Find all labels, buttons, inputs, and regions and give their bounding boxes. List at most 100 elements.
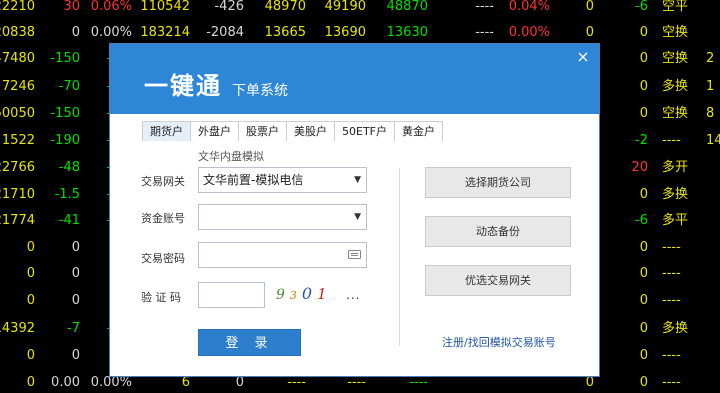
preferred-gateway-button[interactable]: 优选交易网关 <box>425 265 571 296</box>
table-cell: 0 <box>71 348 80 363</box>
tab-us-stock[interactable]: 美股户 <box>286 121 335 141</box>
table-cell: 1 <box>706 79 715 94</box>
table-cell: 22766 <box>0 160 35 175</box>
table-cell: 0 <box>639 293 648 308</box>
table-cell: ---- <box>662 375 681 390</box>
table-cell: -2084 <box>206 25 244 40</box>
table-row[interactable]: 20838 0 0.00% 183214 -2084 13665 13690 13630 ---… <box>0 22 720 44</box>
table-cell: -190 <box>50 133 80 148</box>
table-cell: -70 <box>58 79 80 94</box>
table-cell: 0.00% <box>508 25 550 40</box>
captcha-char: 9 <box>276 287 290 303</box>
table-cell: 0 <box>639 106 648 121</box>
table-cell: 13665 <box>264 25 306 40</box>
table-cell: 48870 <box>386 0 428 14</box>
table-cell: 110542 <box>140 0 190 14</box>
table-cell: 20838 <box>0 25 35 40</box>
table-cell: 0 <box>71 240 80 255</box>
table-cell: 0.04% <box>508 0 550 14</box>
table-cell: 空换 <box>662 25 689 40</box>
table-cell: -6 <box>635 0 648 14</box>
tab-stock[interactable]: 股票户 <box>238 121 287 141</box>
table-cell: -48 <box>58 160 80 175</box>
table-cell: 0 <box>26 348 35 363</box>
table-cell: 49190 <box>324 0 366 14</box>
table-cell: -150 <box>50 106 80 121</box>
table-cell: 1522 <box>1 133 35 148</box>
table-cell: 0 <box>639 240 648 255</box>
table-cell: 0 <box>585 0 594 14</box>
table-cell: -1.5 <box>54 187 80 202</box>
tab-gold[interactable]: 黄金户 <box>394 121 443 141</box>
table-cell: 8 <box>706 106 715 121</box>
password-label: 交易密码 <box>141 252 185 265</box>
table-cell: 30 <box>63 0 80 14</box>
table-cell: 13690 <box>324 25 366 40</box>
table-cell: 多平 <box>662 213 689 228</box>
captcha-image[interactable]: 9301 <box>276 284 346 304</box>
table-cell: -41 <box>58 213 80 228</box>
table-cell: ---- <box>475 25 494 40</box>
divider <box>399 168 400 346</box>
tab-futures[interactable]: 期货户 <box>142 121 191 141</box>
captcha-input[interactable] <box>198 282 265 308</box>
table-cell: 48970 <box>264 0 306 14</box>
table-cell: 空平 <box>662 0 689 14</box>
dynamic-backup-button[interactable]: 动态备份 <box>425 216 571 247</box>
table-cell: ---- <box>662 133 681 148</box>
password-input[interactable] <box>198 242 367 268</box>
table-cell: 50050 <box>0 106 35 121</box>
login-button[interactable]: 登 录 <box>198 329 301 356</box>
table-cell: -7 <box>67 321 80 336</box>
table-cell: -150 <box>50 51 80 66</box>
table-cell: ---- <box>475 0 494 14</box>
table-cell: -6 <box>635 213 648 228</box>
app-title: 一键通 <box>144 72 222 100</box>
mode-label: 文华内盘模拟 <box>198 150 264 163</box>
gateway-label: 交易网关 <box>141 175 185 188</box>
table-cell: ---- <box>662 266 681 281</box>
app-subtitle: 下单系统 <box>232 83 288 99</box>
table-cell: 0.00% <box>90 25 132 40</box>
table-cell: 21774 <box>0 213 35 228</box>
keyboard-icon[interactable] <box>348 250 361 259</box>
tab-50etf[interactable]: 50ETF户 <box>334 121 395 141</box>
table-cell: ---- <box>662 293 681 308</box>
table-cell: 0 <box>639 375 648 390</box>
table-cell: 0 <box>639 266 648 281</box>
close-icon[interactable]: × <box>575 49 591 65</box>
table-cell: 0 <box>639 79 648 94</box>
table-cell: 183214 <box>140 25 190 40</box>
login-dialog: 一键通 下单系统 × 期货户 外盘户 股票户 美股户 50ETF户 黄金户 文华… <box>109 43 600 377</box>
table-cell: 0 <box>585 25 594 40</box>
tab-foreign[interactable]: 外盘户 <box>190 121 239 141</box>
table-cell: 空换 <box>662 51 689 66</box>
captcha-char: 0 <box>301 284 318 303</box>
captcha-refresh[interactable]: ... <box>346 288 360 302</box>
table-cell: 13630 <box>386 25 428 40</box>
table-cell: 0 <box>639 51 648 66</box>
table-row[interactable]: 22210 30 0.06% 110542 -426 48970 49190 48870 ---… <box>0 0 720 18</box>
table-cell: -2 <box>635 133 648 148</box>
register-link[interactable]: 注册/找回模拟交易账号 <box>442 334 556 350</box>
table-cell: 47480 <box>0 51 35 66</box>
table-cell: 0 <box>639 348 648 363</box>
gateway-select[interactable]: 文华前置-模拟电信 ▼ <box>198 167 367 193</box>
table-cell: 0 <box>26 293 35 308</box>
captcha-char: 3 <box>289 289 302 302</box>
captcha-label: 验 证 码 <box>141 291 181 304</box>
table-cell: 2 <box>706 51 715 66</box>
table-cell: 0 <box>26 375 35 390</box>
account-select[interactable]: ▼ <box>198 204 367 230</box>
account-label: 资金账号 <box>141 212 185 225</box>
dialog-header: 一键通 下单系统 × <box>110 44 599 114</box>
table-cell: 0 <box>71 25 80 40</box>
table-cell: 0.00 <box>51 375 80 390</box>
account-type-tabs: 期货户 外盘户 股票户 美股户 50ETF户 黄金户 <box>142 121 443 141</box>
chevron-down-icon: ▼ <box>354 212 361 222</box>
table-cell: 0 <box>26 240 35 255</box>
table-cell: 0 <box>26 266 35 281</box>
table-cell: ---- <box>662 240 681 255</box>
select-broker-button[interactable]: 选择期货公司 <box>425 167 571 198</box>
gateway-value: 文华前置-模拟电信 <box>203 173 304 187</box>
